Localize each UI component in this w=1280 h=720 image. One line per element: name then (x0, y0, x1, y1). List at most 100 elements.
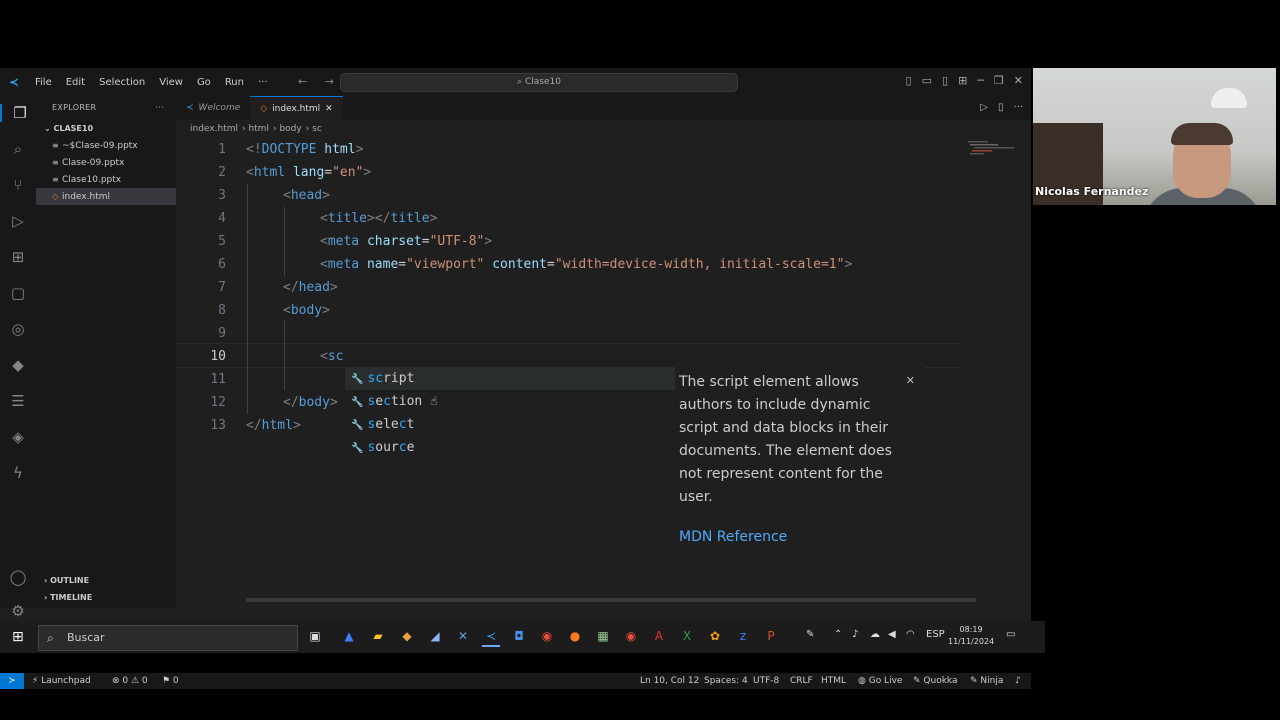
firefox-icon[interactable]: ● (566, 629, 584, 645)
suggestion-item-section[interactable]: 🔧 section ☝ (345, 390, 675, 413)
mdn-reference-link[interactable]: MDN Reference (679, 526, 787, 549)
minimap[interactable] (968, 139, 1026, 159)
toggle-panel-icon[interactable]: ▭ (922, 74, 932, 87)
more-icon[interactable]: ··· (1013, 102, 1023, 113)
volume-icon[interactable]: ◀ (888, 629, 896, 640)
folder-clase10[interactable]: ⌄ CLASE10 (36, 120, 176, 137)
close-details-icon[interactable]: ✕ (906, 369, 915, 392)
remote-indicator-icon[interactable]: ≻ (0, 673, 24, 689)
app-icon[interactable]: ✕ (454, 629, 472, 645)
problems-status[interactable]: ⊗ 0 ⚠ 0 (112, 673, 148, 689)
back-arrow-icon[interactable]: ← (298, 75, 307, 88)
gitlens-icon[interactable]: ◎ (0, 320, 36, 338)
line-number: 9 (218, 326, 226, 341)
chevron-up-icon[interactable]: ⌃ (834, 629, 842, 640)
toggle-secondary-sidebar-icon[interactable]: ▯ (942, 74, 948, 87)
task-view-icon[interactable]: ▣ (306, 629, 324, 645)
app-icon[interactable]: ▦ (594, 629, 612, 645)
microphone-icon[interactable]: ♪ (852, 629, 858, 640)
pen-icon[interactable]: ✎ (806, 629, 814, 640)
app-icon[interactable]: ◘ (510, 629, 528, 645)
run-debug-icon[interactable]: ▷ (0, 212, 36, 230)
chrome-icon[interactable]: ◉ (622, 629, 640, 645)
clock[interactable]: 08:19 11/11/2024 (948, 624, 994, 648)
lightning-icon[interactable]: ϟ (0, 464, 36, 482)
run-icon[interactable]: ▷ (980, 102, 988, 113)
zoom-icon[interactable]: z (734, 629, 752, 645)
menu-selection[interactable]: Selection (92, 77, 152, 88)
timeline-section[interactable]: › TIMELINE (36, 589, 184, 606)
cursor-position[interactable]: Ln 10, Col 12 (640, 673, 699, 689)
notification-icon[interactable]: ▭ (1006, 629, 1015, 640)
forward-arrow-icon[interactable]: → (325, 75, 334, 88)
remote-explorer-icon[interactable]: ▢ (0, 284, 36, 302)
chrome-icon[interactable]: ◉ (538, 629, 556, 645)
taskbar-search[interactable]: ⌕ Buscar (38, 625, 298, 651)
layers-icon[interactable]: ◈ (0, 428, 36, 446)
breadcrumb-item[interactable]: html (248, 124, 269, 134)
account-icon[interactable]: ◯ (0, 568, 36, 586)
breadcrumb-item[interactable]: sc (312, 124, 322, 134)
minimize-icon[interactable]: ─ (977, 74, 984, 87)
file-item[interactable]: ≡ ~$Clase-09.pptx (36, 137, 176, 154)
menu-file[interactable]: File (28, 77, 59, 88)
menu-view[interactable]: View (152, 77, 190, 88)
more-actions-icon[interactable]: ··· (155, 96, 164, 120)
docker-icon[interactable]: ◆ (0, 356, 36, 374)
app-icon[interactable]: ◢ (426, 629, 444, 645)
search-icon[interactable]: ⌕ (0, 140, 36, 158)
quokka-status[interactable]: ✎ Quokka (913, 673, 957, 689)
suggestion-item-source[interactable]: 🔧 source (345, 436, 675, 459)
database-icon[interactable]: ☰ (0, 392, 36, 410)
breadcrumb-item[interactable]: index.html (190, 124, 238, 134)
search-icon: ⌕ (47, 631, 54, 645)
suggestion-item-select[interactable]: 🔧 select (345, 413, 675, 436)
app-icon[interactable]: ▲ (340, 629, 358, 645)
file-item[interactable]: ≡ Clase10.pptx (36, 171, 176, 188)
horizontal-scrollbar[interactable] (246, 598, 976, 602)
source-control-icon[interactable]: ⑂ (0, 176, 36, 194)
menu-more[interactable]: ··· (251, 77, 275, 88)
restore-icon[interactable]: ❐ (994, 74, 1004, 87)
ninja-status[interactable]: ✎ Ninja (970, 673, 1003, 689)
git-icon[interactable]: ◆ (398, 629, 416, 645)
xampp-icon[interactable]: ✿ (706, 629, 724, 645)
explorer-icon[interactable]: ❐ (0, 104, 38, 122)
notifications-bell-icon[interactable]: ♪ (1015, 673, 1021, 689)
encoding-status[interactable]: UTF-8 (753, 673, 779, 689)
wifi-icon[interactable]: ◠ (906, 629, 915, 640)
windows-start-icon[interactable]: ⊞ (12, 629, 24, 645)
vscode-taskbar-icon[interactable]: ≺ (482, 629, 500, 647)
breadcrumb-item[interactable]: body (279, 124, 301, 134)
language-status[interactable]: HTML (821, 673, 846, 689)
tab-welcome[interactable]: ≺ Welcome (176, 96, 250, 120)
launchpad-status[interactable]: ⚡ Launchpad (32, 673, 91, 689)
file-item-selected[interactable]: ◇ index.html (36, 188, 176, 205)
file-explorer-icon[interactable]: ▰ (369, 629, 387, 645)
toggle-sidebar-icon[interactable]: ▯ (906, 74, 912, 87)
customize-layout-icon[interactable]: ⊞ (958, 74, 967, 87)
menu-edit[interactable]: Edit (59, 77, 92, 88)
menu-run[interactable]: Run (218, 77, 251, 88)
access-icon[interactable]: A (650, 629, 668, 645)
close-window-icon[interactable]: ✕ (1014, 74, 1023, 87)
excel-icon[interactable]: X (678, 629, 696, 645)
language-indicator[interactable]: ESP (926, 629, 945, 640)
onedrive-icon[interactable]: ☁ (870, 629, 880, 640)
command-center[interactable]: ⌕ Clase10 (340, 73, 738, 92)
extensions-icon[interactable]: ⊞ (0, 248, 36, 266)
outline-section[interactable]: › OUTLINE (36, 572, 184, 589)
go-live-status[interactable]: ◍ Go Live (858, 673, 902, 689)
person-hair (1171, 123, 1233, 145)
indentation-status[interactable]: Spaces: 4 (704, 673, 748, 689)
powerpoint-icon[interactable]: P (762, 629, 780, 645)
close-tab-icon[interactable]: ✕ (325, 97, 333, 121)
eol-status[interactable]: CRLF (790, 673, 813, 689)
suggestion-item-script[interactable]: 🔧 script (345, 367, 675, 390)
settings-gear-icon[interactable]: ⚙ (0, 602, 36, 620)
split-editor-icon[interactable]: ▯ (998, 102, 1004, 113)
tab-index-html[interactable]: ◇ index.html ✕ (250, 96, 343, 121)
file-item[interactable]: ≡ Clase-09.pptx (36, 154, 176, 171)
ports-status[interactable]: ⚑ 0 (162, 673, 179, 689)
menu-go[interactable]: Go (190, 77, 218, 88)
